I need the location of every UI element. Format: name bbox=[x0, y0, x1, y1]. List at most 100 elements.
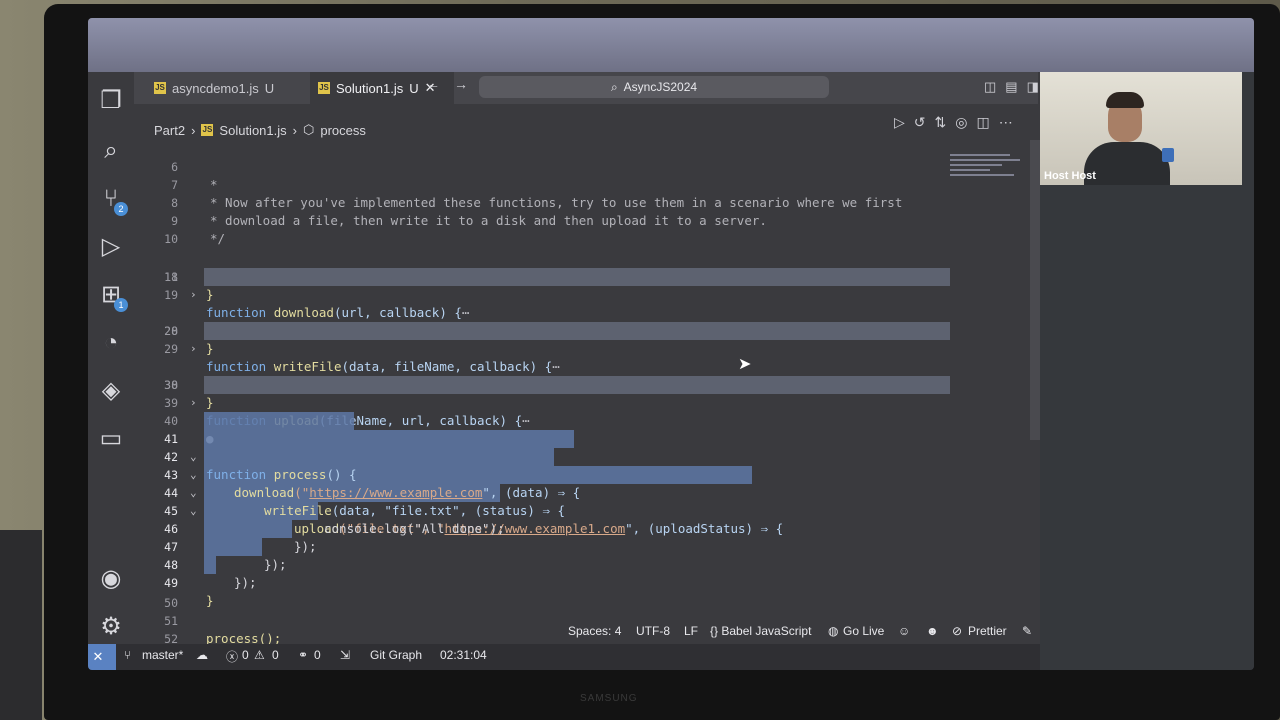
breadcrumb-symbol[interactable]: process bbox=[320, 123, 366, 138]
extensions-badge: 1 bbox=[114, 298, 128, 312]
compare-icon[interactable]: ⇅ bbox=[935, 114, 956, 130]
code-line: 10 bbox=[134, 212, 1030, 246]
git-graph-button[interactable]: Git Graph bbox=[370, 648, 422, 662]
code-line: 11 › function download(url, callback) {⋯ bbox=[134, 232, 1030, 320]
warning-count[interactable]: 0 bbox=[272, 648, 279, 662]
code-line: 45 console.log("All done"); bbox=[134, 484, 1030, 536]
code-line: 7 * Now after you've implemented these f… bbox=[134, 158, 1030, 210]
prettier-status[interactable]: Prettier bbox=[968, 624, 1007, 638]
toggle-sidebar-icon[interactable]: ◫ bbox=[984, 79, 1005, 94]
tab-label: asyncdemo1.js bbox=[172, 80, 259, 96]
feedback-icon[interactable]: ☺ bbox=[898, 624, 910, 638]
editor-toolbar: ▷↺⇅◎◫⋯ bbox=[894, 114, 1022, 131]
search-icon: ⌕ bbox=[610, 79, 618, 94]
session-timer: 02:31:04 bbox=[440, 648, 487, 662]
code-line: 49 } bbox=[134, 556, 1030, 608]
title-bar: JS asyncdemo1.js U JS Solution1.js U ✕ ←… bbox=[134, 72, 1060, 104]
monitor-brand: SAMSUNG bbox=[580, 693, 638, 704]
indentation-status[interactable]: Spaces: 4 bbox=[568, 624, 621, 638]
more-actions-icon[interactable]: ⋯ bbox=[999, 114, 1022, 130]
source-control-badge: 2 bbox=[114, 202, 128, 216]
run-icon[interactable]: ▷ bbox=[894, 114, 914, 130]
code-line: 39 bbox=[134, 376, 1030, 410]
code-line: 38 } bbox=[134, 358, 1030, 410]
code-line: 51 process(); bbox=[134, 594, 1030, 646]
breadcrumb-folder[interactable]: Part2 bbox=[154, 123, 185, 138]
prettier-icon: ⊘ bbox=[952, 624, 963, 638]
symbol-cube-icon: ⬡ bbox=[302, 122, 315, 137]
breadcrumb: Part2 › JS Solution1.js › ⬡ process bbox=[154, 122, 366, 138]
code-line: 43 ⌄ writeFile(data, "file.txt", (status… bbox=[134, 448, 1030, 518]
extensions-icon[interactable]: ⊞ 1 bbox=[96, 280, 128, 312]
screen-top-glare bbox=[88, 18, 1254, 72]
ports-icon: ⚭ bbox=[298, 648, 309, 662]
js-file-icon: JS bbox=[154, 82, 166, 94]
preview-icon[interactable]: ◎ bbox=[955, 114, 976, 130]
tab-asyncdemo1[interactable]: JS asyncdemo1.js U bbox=[148, 72, 304, 104]
warning-icon: ⚠ bbox=[254, 648, 265, 662]
error-count[interactable]: 0 bbox=[242, 648, 249, 662]
timeline-icon[interactable]: ↺ bbox=[914, 114, 935, 130]
code-line: 29 bbox=[134, 322, 1030, 356]
js-file-icon: JS bbox=[201, 124, 214, 136]
code-editor[interactable]: 6 * 7 * Now after you've implemented the… bbox=[134, 140, 1030, 646]
copilot-icon[interactable]: ☻ bbox=[926, 624, 939, 638]
monitor-screen: ❐ ⌕ ⑂ 2 ▷ ⊞ 1 ◔ ◈ ▭ ◉ ⚙ JS asyncdemo1.js U… bbox=[88, 18, 1254, 670]
split-editor-icon[interactable]: ◫ bbox=[976, 114, 998, 130]
eol-status[interactable]: LF bbox=[684, 624, 698, 638]
remote-explorer-icon[interactable]: ▭ bbox=[96, 424, 126, 454]
toggle-panel-icon[interactable]: ▤ bbox=[1005, 79, 1026, 94]
person-body bbox=[1084, 142, 1170, 185]
error-icon: ⓧ bbox=[226, 650, 239, 664]
source-control-icon[interactable]: ⑂ 2 bbox=[96, 184, 128, 216]
code-line: 42 ⌄ download("https://www.example.com",… bbox=[134, 430, 1030, 500]
status-bar-right: Spaces: 4 UTF-8 LF {} Babel JavaScript ◍… bbox=[88, 620, 1048, 644]
workspace-title: AsyncJS2024 bbox=[623, 80, 698, 94]
sync-icon[interactable]: ☁ bbox=[196, 648, 208, 662]
timer-icon[interactable]: ◔ bbox=[96, 328, 126, 358]
branch-icon: ⑂ bbox=[124, 648, 132, 662]
status-bar-left: ✕ ⑂ master* ☁ ⓧ 0 ⚠ 0 ⚭ 0 ⇲ Git Graph 02… bbox=[88, 644, 1048, 670]
go-live-button[interactable]: Go Live bbox=[843, 624, 884, 638]
command-center-search[interactable]: ⌕ AsyncJS2024 bbox=[479, 76, 829, 98]
code-line: 6 * bbox=[134, 140, 1030, 192]
code-line: 46 }); bbox=[134, 502, 1030, 554]
chevron-right-icon: › bbox=[292, 122, 297, 138]
account-icon[interactable]: ◉ bbox=[96, 564, 126, 594]
codesandbox-icon[interactable]: ◈ bbox=[96, 376, 126, 406]
deploy-icon[interactable]: ⇲ bbox=[340, 648, 350, 662]
run-debug-icon[interactable]: ▷ bbox=[96, 232, 126, 262]
minimap[interactable] bbox=[950, 154, 1024, 194]
explorer-icon[interactable]: ❐ bbox=[96, 86, 126, 116]
encoding-status[interactable]: UTF-8 bbox=[636, 624, 670, 638]
branch-name[interactable]: master* bbox=[142, 648, 183, 662]
person-hair bbox=[1106, 92, 1144, 108]
js-file-icon: JS bbox=[318, 82, 330, 94]
tab-status: U bbox=[264, 80, 275, 96]
code-line: 28 } bbox=[134, 304, 1030, 356]
tab-status: U bbox=[409, 80, 419, 96]
back-arrow-icon[interactable]: ← bbox=[426, 76, 454, 92]
code-line: 41 ⌄ function process() { bbox=[134, 412, 1030, 482]
search-icon[interactable]: ⌕ bbox=[96, 136, 126, 166]
ports-count[interactable]: 0 bbox=[314, 648, 321, 662]
language-mode-status[interactable]: {} Babel JavaScript bbox=[710, 624, 811, 638]
breadcrumb-file[interactable]: Solution1.js bbox=[219, 123, 286, 138]
code-line: 48 }); bbox=[134, 538, 1030, 590]
mouse-cursor-icon: ➤ bbox=[738, 356, 752, 373]
chevron-right-icon: › bbox=[191, 122, 196, 138]
code-line: 40 ● bbox=[134, 394, 1030, 446]
cup-icon bbox=[1162, 148, 1174, 162]
remote-indicator-icon[interactable]: ✕ bbox=[88, 644, 116, 670]
notifications-icon[interactable]: ✎ bbox=[1022, 624, 1032, 638]
code-line: 19 bbox=[134, 268, 1030, 302]
code-line: 47 }); bbox=[134, 520, 1030, 572]
tab-label: Solution1.js bbox=[336, 80, 404, 96]
forward-arrow-icon[interactable]: → bbox=[454, 76, 482, 92]
code-line: 9 */ bbox=[134, 194, 1030, 246]
code-line: 8 * download a file, then write it to a … bbox=[134, 176, 1030, 228]
code-line: 44 ⌄ upload("file.txt", "https://www.exa… bbox=[134, 466, 1030, 536]
code-line: 18 } bbox=[134, 250, 1030, 302]
go-live-icon: ◍ bbox=[828, 624, 839, 638]
nav-arrows: ←→ bbox=[426, 76, 482, 92]
